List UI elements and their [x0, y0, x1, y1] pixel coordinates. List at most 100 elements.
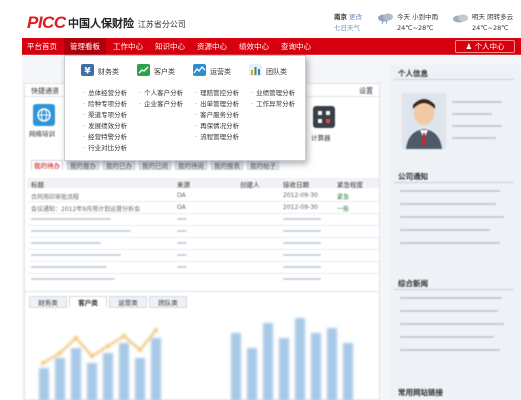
calculator-tile-label: 计算器: [311, 134, 331, 142]
cloudy-icon: [453, 14, 468, 23]
blurred-text: [400, 349, 500, 351]
row-divider: [29, 201, 379, 202]
row-divider: [29, 273, 379, 274]
main-nav: 平台首页 管理看板 工作中心 知识中心 资源中心 绩效中心 查询中心 ♟ 个人中…: [22, 38, 521, 55]
tab-my-toread[interactable]: 我的待阅: [175, 160, 207, 170]
blurred-text: [177, 230, 187, 232]
menu-item-overall-analysis[interactable]: · 总体经营分析: [83, 87, 127, 97]
column-date: 接收日期: [283, 181, 309, 189]
blurred-text: [452, 137, 496, 139]
line-chart-icon: [193, 64, 206, 76]
tab-my-supervise[interactable]: 我的督办: [67, 160, 99, 170]
table-row-date: 2012-09-30: [283, 192, 318, 199]
blurred-text: [283, 218, 321, 220]
chart-tab-customer[interactable]: 客户类: [69, 296, 107, 308]
blurred-text: [31, 266, 107, 268]
blurred-text: [283, 242, 321, 244]
company-title: 中国人保财险: [68, 17, 134, 30]
menu-item-customer-service[interactable]: · 客户服务分析: [195, 109, 239, 119]
blurred-text: [31, 218, 111, 220]
blurred-text: [283, 266, 321, 268]
row-divider: [29, 237, 379, 238]
weather-change-link[interactable]: 更改: [349, 13, 362, 21]
menu-item-team-performance[interactable]: · 业绩管理分析: [251, 87, 295, 97]
personal-center-button[interactable]: ♟ 个人中心: [455, 40, 515, 53]
table-row-source: OA: [177, 204, 186, 211]
picc-logo[interactable]: PICC: [27, 13, 66, 33]
weather-today: 今天 小到中雨 24℃~28℃: [397, 13, 439, 32]
tab-my-read[interactable]: 我的已阅: [139, 160, 171, 170]
blurred-text: [31, 254, 121, 256]
chart-rise-icon: [137, 64, 150, 76]
quick-settings-link[interactable]: 设置: [359, 86, 373, 96]
row-divider: [29, 249, 379, 250]
menu-item-reinsurance[interactable]: · 再保情况分析: [195, 120, 239, 130]
blurred-text: [400, 216, 504, 218]
menu-item-policy-issuing[interactable]: · 出单管理分析: [195, 98, 239, 108]
blurred-text: [283, 254, 321, 256]
blurred-chart-graphic: [39, 318, 353, 400]
divider: [394, 79, 514, 80]
row-divider: [29, 213, 379, 214]
user-icon: ♟: [465, 42, 473, 51]
blurred-text: [31, 242, 101, 244]
nav-management-board[interactable]: 管理看板: [64, 38, 106, 55]
chart-tab-team[interactable]: 团队类: [149, 296, 187, 308]
weather-city-block: 南京 更改 七日天气: [334, 12, 362, 34]
nav-work-center[interactable]: 工作中心: [108, 38, 148, 55]
menu-item-channel-analysis[interactable]: · 渠道专项分析: [83, 109, 127, 119]
blurred-text: [400, 336, 494, 338]
tab-my-report[interactable]: 我的报表: [211, 160, 243, 170]
menu-item-alert-analysis[interactable]: · 经营特警分析: [83, 131, 127, 141]
menu-item-enterprise-customer[interactable]: · 企业客户分析: [139, 98, 183, 108]
calculator-tile-icon[interactable]: [313, 106, 335, 128]
tab-my-todo[interactable]: 我的待办: [31, 160, 63, 170]
nav-home[interactable]: 平台首页: [22, 38, 62, 55]
blurred-text: [400, 297, 502, 299]
nav-performance-center[interactable]: 绩效中心: [234, 38, 274, 55]
notice-section-title: 公司通知: [398, 172, 428, 181]
chart-tab-operation[interactable]: 运营类: [109, 296, 147, 308]
nav-resource-center[interactable]: 资源中心: [192, 38, 232, 55]
blurred-text: [283, 278, 321, 280]
svg-text:¥: ¥: [84, 67, 91, 77]
nav-knowledge-center[interactable]: 知识中心: [150, 38, 190, 55]
tab-my-done[interactable]: 我的已办: [103, 160, 135, 170]
bar-chart-icon: [249, 64, 262, 76]
tab-my-posts[interactable]: 我的帖子: [247, 160, 279, 170]
yen-icon: ¥: [81, 64, 94, 76]
weather-tomorrow-temp: 24℃~28℃: [472, 24, 509, 32]
column-source: 来源: [177, 181, 190, 189]
menu-item-performance-analysis[interactable]: · 发展绩效分析: [83, 120, 127, 130]
blurred-text: [400, 310, 498, 312]
task-table-header: 标题 来源 创建人 接收日期 紧急程度: [27, 178, 379, 189]
quick-access-title: 快捷通道: [31, 87, 59, 95]
divider: [394, 182, 514, 183]
blurred-text: [452, 101, 502, 103]
menu-item-insurance-analysis[interactable]: · 险种专项分析: [83, 98, 127, 108]
table-row-date: 2012-09-30: [283, 204, 318, 211]
blurred-text: [400, 323, 504, 325]
menu-item-personal-customer[interactable]: · 个人客户分析: [139, 87, 183, 97]
blurred-text: [400, 229, 490, 231]
nav-query-center[interactable]: 查询中心: [276, 38, 316, 55]
table-row-source: OA: [177, 192, 186, 199]
chart-tab-finance[interactable]: 财务类: [29, 296, 67, 308]
company-branch: 江苏省分公司: [137, 20, 186, 29]
blurred-text: [400, 190, 500, 192]
menu-item-process-management[interactable]: · 流程管理分析: [195, 131, 239, 141]
rain-cloud-icon: [378, 13, 393, 24]
weather-city: 南京: [334, 13, 347, 21]
column-title: 标题: [31, 181, 44, 189]
training-tile-icon[interactable]: [33, 104, 55, 126]
table-row-title[interactable]: 合同用印审批流程: [31, 192, 79, 201]
menu-item-work-anomaly[interactable]: · 工作异常分析: [251, 98, 295, 108]
menu-item-industry-comparison[interactable]: · 行业对比分析: [83, 142, 127, 152]
blurred-text: [177, 242, 187, 244]
weather-week-link[interactable]: 七日天气: [334, 23, 362, 34]
blurred-text: [283, 230, 321, 232]
table-row-title[interactable]: 会议通知：2012年9月用计划运营分析会: [31, 204, 140, 213]
menu-item-claims-control[interactable]: · 理赔管控分析: [195, 87, 239, 97]
links-section-title: 常用网站链接: [398, 388, 443, 397]
blurred-text: [31, 230, 131, 232]
